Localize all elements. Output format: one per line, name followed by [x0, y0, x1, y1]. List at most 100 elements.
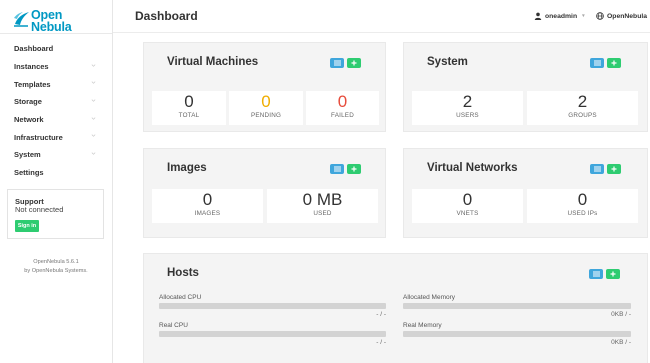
opennebula-logo[interactable]: Open Nebula [13, 9, 103, 34]
allocated-cpu-label: Allocated CPU [159, 294, 202, 301]
list-icon [333, 60, 341, 66]
sidebar-item-label: Settings [14, 168, 44, 178]
stat-total: 0 TOTAL [152, 91, 226, 125]
stat-images: 0 IMAGES [152, 189, 263, 223]
list-icon [592, 271, 600, 277]
chevron-down-icon [91, 117, 96, 120]
list-button[interactable] [330, 164, 344, 174]
plus-icon [611, 166, 617, 172]
sidebar-item-storage[interactable]: Storage [0, 93, 112, 111]
real-cpu-label: Real CPU [159, 322, 188, 329]
stat-value: 0 [202, 190, 213, 209]
support-status: Not connected [15, 205, 64, 214]
nebula-logo-icon [14, 12, 29, 27]
stat-value: 0 [261, 92, 271, 111]
stat-label: TOTAL [178, 112, 200, 119]
card-actions [330, 58, 361, 68]
allocated-memory-bar [403, 303, 631, 309]
chevron-down-icon: ▾ [582, 13, 585, 19]
chevron-down-icon [91, 134, 96, 138]
username: oneadmin [545, 12, 578, 20]
chevron-down-icon [91, 81, 96, 85]
dashboard-main: Virtual Machines 0 TOTAL 0 PENDING 0 FAI… [113, 34, 650, 363]
chevron-down-icon [91, 99, 96, 102]
user-icon [534, 12, 542, 20]
virtual-networks-card: Virtual Networks 0 VNETS 0 USED IPs [403, 148, 648, 238]
chevron-down-icon [91, 152, 96, 155]
card-title: Images [167, 162, 207, 174]
sidebar: Open Nebula Dashboard Instances Template… [0, 0, 113, 363]
globe-icon [596, 12, 604, 20]
sidebar-item-settings[interactable]: Settings [0, 164, 112, 182]
allocated-cpu-bar [159, 303, 386, 309]
stat-failed: 0 FAILED [306, 91, 379, 125]
stat-label: PENDING [250, 112, 282, 119]
real-cpu-value: - / - [376, 339, 386, 346]
stat-label: IMAGES [194, 210, 221, 217]
plus-icon [351, 166, 357, 172]
stat-users: 2 USERS [412, 91, 523, 125]
sidebar-item-label: Instances [14, 62, 49, 72]
list-button[interactable] [330, 58, 344, 68]
top-header: Dashboard oneadmin ▾ OpenNebula [113, 0, 650, 33]
version-info: OpenNebula 5.6.1 by OpenNebula Systems. [0, 258, 112, 276]
sidebar-item-templates[interactable]: Templates [0, 75, 112, 93]
real-memory-value: 0KB / - [611, 339, 631, 346]
stat-label: FAILED [331, 112, 354, 119]
stat-value: 0 [184, 92, 194, 111]
stat-value: 0 [337, 92, 348, 111]
stat-pending: 0 PENDING [229, 91, 303, 125]
allocated-cpu-value: - / - [376, 311, 386, 318]
system-card: System 2 USERS 2 GROUPS [403, 42, 648, 132]
card-actions [590, 164, 621, 174]
add-button[interactable] [347, 58, 361, 68]
add-button[interactable] [607, 164, 621, 174]
real-memory-label: Real Memory [403, 322, 442, 329]
sidebar-item-dashboard[interactable]: Dashboard [0, 40, 112, 58]
sidebar-item-label: Templates [14, 79, 51, 89]
sidebar-item-network[interactable]: Network [0, 111, 112, 129]
stat-value: 0 [462, 190, 473, 209]
vendor-line: by OpenNebula Systems. [0, 267, 112, 276]
card-actions [589, 269, 620, 279]
sidebar-item-label: Network [14, 115, 44, 125]
sidebar-menu: Dashboard Instances Templates Storage Ne… [0, 40, 112, 182]
real-memory-bar [403, 331, 631, 337]
version-text: OpenNebula 5.6.1 [33, 259, 79, 265]
sidebar-item-infrastructure[interactable]: Infrastructure [0, 128, 112, 146]
chevron-down-icon [91, 64, 96, 67]
sidebar-item-label: Infrastructure [14, 132, 63, 142]
virtual-machines-card: Virtual Machines 0 TOTAL 0 PENDING 0 FAI… [143, 42, 386, 132]
allocated-memory-value: 0KB / - [611, 311, 631, 318]
list-icon [333, 166, 341, 172]
stat-value: 2 [462, 92, 473, 111]
sidebar-item-system[interactable]: System [0, 146, 112, 164]
allocated-memory-label: Allocated Memory [403, 294, 456, 301]
vendor-link[interactable]: OpenNebula Systems. [32, 268, 88, 274]
sign-in-button[interactable]: Sign in [15, 220, 39, 232]
stat-value: 0 MB [302, 190, 343, 209]
add-button[interactable] [607, 58, 621, 68]
user-menu[interactable]: oneadmin ▾ [534, 12, 585, 20]
stat-label: USED [313, 210, 332, 217]
hosts-card: Hosts Allocated CPU - / - Allocated Memo… [143, 253, 648, 363]
plus-icon [611, 60, 617, 66]
plus-icon [351, 60, 357, 66]
zone-menu[interactable]: OpenNebula [596, 12, 647, 20]
stat-vnets: 0 VNETS [412, 189, 523, 223]
real-cpu-bar [159, 331, 386, 337]
sidebar-item-label: Dashboard [14, 44, 54, 54]
list-button[interactable] [590, 58, 604, 68]
add-button[interactable] [606, 269, 620, 279]
card-title: Hosts [167, 267, 199, 279]
list-button[interactable] [589, 269, 603, 279]
support-panel: Support Not connected Sign in [7, 189, 104, 239]
sidebar-item-instances[interactable]: Instances [0, 58, 112, 76]
sidebar-item-label: System [14, 150, 41, 160]
stat-label: GROUPS [568, 112, 597, 119]
stat-used-ips: 0 USED IPs [527, 189, 638, 223]
plus-icon [610, 271, 616, 277]
list-icon [593, 166, 601, 172]
list-button[interactable] [590, 164, 604, 174]
add-button[interactable] [347, 164, 361, 174]
